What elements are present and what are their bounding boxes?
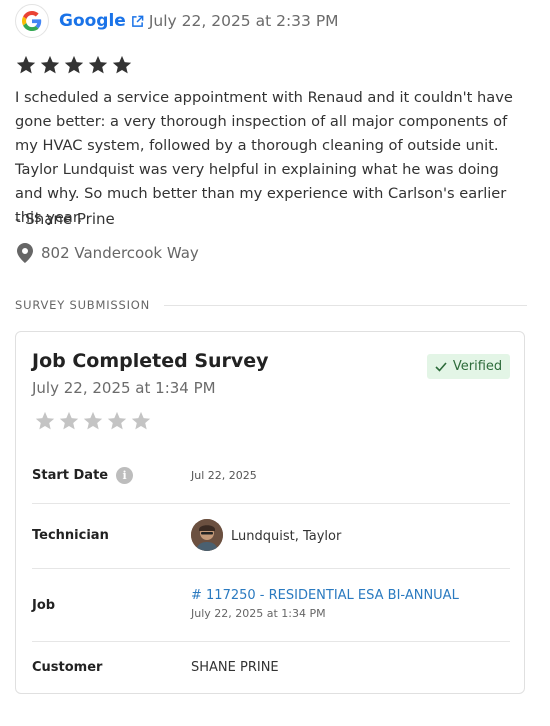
map-pin-icon	[17, 243, 33, 263]
star-icon	[64, 55, 84, 74]
review-date: July 22, 2025 at 2:33 PM	[148, 12, 339, 30]
customer-name: SHANE PRINE	[191, 660, 279, 675]
start-date-label-text: Start Date	[32, 468, 109, 483]
job-date: July 22, 2025 at 1:34 PM	[191, 607, 326, 620]
survey-rating	[34, 410, 152, 432]
survey-card: Job Completed Survey July 22, 2025 at 1:…	[15, 331, 525, 694]
review-source-link[interactable]: Google	[59, 11, 126, 31]
review-author: - Shane Prine	[15, 210, 115, 228]
star-icon	[83, 411, 103, 430]
star-icon	[59, 411, 79, 430]
location-text: 802 Vandercook Way	[41, 244, 199, 262]
star-icon	[131, 411, 151, 430]
review-location: 802 Vandercook Way	[17, 242, 199, 264]
check-icon	[435, 361, 447, 372]
review-text: I scheduled a service appointment with R…	[15, 89, 513, 226]
field-job: Job # 117250 - RESIDENTIAL ESA BI-ANNUAL…	[32, 569, 510, 642]
field-technician: Technician Lundquist, Taylor	[32, 504, 510, 569]
start-date-label: Start Date i	[32, 467, 134, 484]
info-icon[interactable]: i	[116, 467, 134, 484]
star-icon	[112, 55, 132, 74]
job-link[interactable]: # 117250 - RESIDENTIAL ESA BI-ANNUAL	[191, 588, 459, 603]
verified-badge: Verified	[427, 354, 510, 379]
review-rating	[15, 54, 133, 76]
verified-label: Verified	[452, 359, 503, 374]
technician-avatar	[191, 519, 223, 551]
survey-date: July 22, 2025 at 1:34 PM	[32, 379, 216, 397]
technician-label: Technician	[32, 528, 109, 543]
star-icon	[40, 55, 60, 74]
customer-label: Customer	[32, 660, 103, 675]
job-label: Job	[32, 598, 56, 613]
star-icon	[16, 55, 36, 74]
google-g-icon	[15, 4, 49, 38]
survey-section-header: SURVEY SUBMISSION	[15, 298, 527, 312]
external-link-icon[interactable]	[131, 15, 144, 28]
start-date-value: Jul 22, 2025	[191, 469, 257, 482]
field-start-date: Start Date i Jul 22, 2025	[32, 450, 510, 504]
technician-name: Lundquist, Taylor	[231, 529, 342, 544]
review-header: Google July 22, 2025 at 2:33 PM	[15, 4, 339, 38]
star-icon	[88, 55, 108, 74]
star-icon	[35, 411, 55, 430]
field-customer: Customer SHANE PRINE	[32, 642, 510, 694]
job-info: # 117250 - RESIDENTIAL ESA BI-ANNUAL Jul…	[191, 588, 459, 620]
star-icon	[107, 411, 127, 430]
section-label: SURVEY SUBMISSION	[15, 298, 151, 312]
survey-title: Job Completed Survey	[32, 350, 269, 372]
section-divider	[164, 304, 527, 306]
